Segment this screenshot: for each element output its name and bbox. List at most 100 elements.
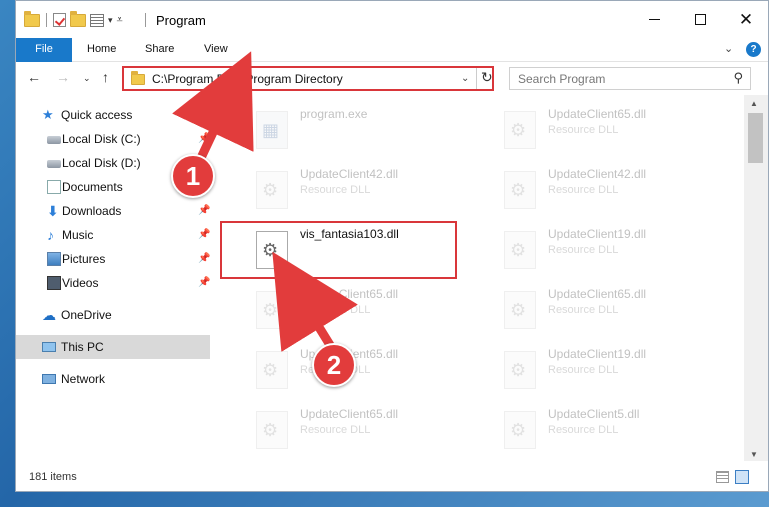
address-path[interactable]: C:\Program Files\Program Directory bbox=[152, 72, 343, 86]
sidebar-item-label: Videos bbox=[62, 276, 99, 290]
quick-access-toolbar: ▾ ⩡ bbox=[24, 10, 123, 29]
vertical-scrollbar[interactable]: ▲ ▼ bbox=[744, 95, 768, 461]
tiles-view-icon[interactable] bbox=[735, 470, 749, 484]
documents-icon bbox=[47, 180, 61, 194]
dll-file-icon bbox=[256, 171, 288, 209]
pictures-icon bbox=[47, 252, 61, 266]
file-name: UpdateClient42.dll bbox=[300, 167, 399, 181]
sidebar-item-pictures[interactable]: Pictures 📌 bbox=[16, 247, 210, 271]
file-item[interactable]: UpdateClient42.dll Resource DLL bbox=[248, 163, 488, 223]
videos-icon bbox=[47, 276, 61, 290]
music-icon: ♪ bbox=[47, 227, 54, 243]
properties-icon[interactable] bbox=[90, 13, 104, 27]
file-type: Resource DLL bbox=[300, 184, 371, 196]
file-item[interactable]: UpdateClient65.dll Resource DLL bbox=[248, 283, 488, 343]
file-item-program-exe[interactable]: program.exe bbox=[248, 103, 488, 163]
chevron-down-icon[interactable]: ⌄ bbox=[461, 73, 469, 84]
up-button[interactable]: ↑ bbox=[102, 69, 109, 85]
sidebar-item-label: Network bbox=[61, 372, 106, 386]
address-divider bbox=[476, 68, 477, 89]
refresh-icon[interactable]: ↻ bbox=[481, 69, 493, 86]
file-item[interactable]: UpdateClient19.dll Resource DLL bbox=[496, 343, 736, 403]
sidebar-item-quick-access[interactable]: ★ Quick access bbox=[16, 103, 210, 127]
disk-icon bbox=[47, 136, 61, 144]
file-item[interactable]: UpdateClient65.dll Resource DLL bbox=[496, 103, 736, 163]
sidebar-item-videos[interactable]: Videos 📌 bbox=[16, 271, 210, 295]
recent-locations-button[interactable]: ⌄ bbox=[83, 73, 91, 84]
pin-icon[interactable]: 📌 bbox=[198, 247, 210, 271]
sidebar-item-onedrive[interactable]: ☁ OneDrive bbox=[16, 303, 210, 327]
scrollbar-thumb[interactable] bbox=[748, 113, 763, 163]
maximize-button[interactable] bbox=[677, 1, 723, 38]
file-item[interactable]: UpdateClient5.dll Resource DLL bbox=[496, 403, 736, 461]
sidebar-item-label: This PC bbox=[61, 340, 104, 354]
file-item[interactable]: UpdateClient42.dll Resource DLL bbox=[496, 163, 736, 223]
folder-icon bbox=[24, 10, 40, 27]
navigation-pane: ★ Quick access Local Disk (C:) 📌 Local D… bbox=[16, 95, 212, 461]
file-type: Resource DLL bbox=[548, 244, 619, 256]
callout-badge-2: 2 bbox=[312, 343, 356, 387]
search-input[interactable]: Search Program ⚲ bbox=[509, 67, 751, 90]
scroll-up-icon[interactable]: ▲ bbox=[750, 99, 758, 108]
search-icon[interactable]: ⚲ bbox=[733, 70, 743, 86]
sidebar-item-label: Local Disk (C:) bbox=[62, 132, 141, 146]
tab-home[interactable]: Home bbox=[87, 38, 116, 62]
tab-file[interactable]: File bbox=[16, 38, 72, 62]
sidebar-item-label: Downloads bbox=[62, 204, 122, 218]
file-type: Resource DLL bbox=[548, 304, 619, 316]
file-name: UpdateClient5.dll bbox=[548, 407, 640, 421]
expand-ribbon-icon[interactable]: ⌄ bbox=[724, 42, 733, 55]
minimize-button[interactable] bbox=[631, 1, 677, 38]
pin-icon[interactable]: 📌 bbox=[198, 127, 210, 151]
tab-view[interactable]: View bbox=[204, 38, 228, 62]
scroll-down-icon[interactable]: ▼ bbox=[750, 450, 758, 459]
dll-file-icon bbox=[256, 411, 288, 449]
toolbar-divider bbox=[46, 13, 47, 27]
file-name: UpdateClient19.dll bbox=[548, 227, 647, 241]
minimize-icon bbox=[648, 19, 660, 20]
properties-check-icon[interactable] bbox=[53, 13, 66, 27]
ribbon: File Home Share View ⌄ ? bbox=[16, 38, 768, 62]
file-type: Resource DLL bbox=[300, 304, 371, 316]
help-icon[interactable]: ? bbox=[746, 42, 761, 57]
title-bar: ▾ ⩡ Program ✕ bbox=[16, 1, 768, 38]
file-name: UpdateClient65.dll bbox=[548, 107, 647, 121]
details-view-icon[interactable] bbox=[716, 471, 729, 483]
new-folder-icon[interactable] bbox=[70, 10, 86, 27]
download-icon: ⬇ bbox=[47, 203, 59, 219]
close-button[interactable]: ✕ bbox=[723, 1, 768, 38]
status-bar: 181 items bbox=[16, 461, 768, 491]
address-bar[interactable]: C:\Program Files\Program Directory ⌄ ↻ bbox=[122, 66, 494, 91]
file-item[interactable]: UpdateClient19.dll Resource DLL bbox=[496, 223, 736, 283]
tab-share[interactable]: Share bbox=[145, 38, 174, 62]
sidebar-item-downloads[interactable]: ⬇ Downloads 📌 bbox=[16, 199, 210, 223]
pin-icon[interactable]: 📌 bbox=[198, 223, 210, 247]
sidebar-item-music[interactable]: ♪ Music 📌 bbox=[16, 223, 210, 247]
chevron-down-icon[interactable]: ▾ bbox=[108, 15, 113, 26]
highlight-box-selected-file bbox=[220, 221, 457, 279]
close-icon: ✕ bbox=[738, 10, 754, 29]
customize-toolbar-icon[interactable]: ⩡ bbox=[117, 14, 123, 27]
search-placeholder: Search Program bbox=[518, 72, 606, 86]
file-item[interactable]: UpdateClient65.dll Resource DLL bbox=[248, 403, 488, 461]
star-icon: ★ bbox=[42, 107, 54, 122]
sidebar-item-network[interactable]: Network bbox=[16, 367, 210, 391]
sidebar-item-local-disk-c[interactable]: Local Disk (C:) 📌 bbox=[16, 127, 210, 151]
dll-file-icon bbox=[504, 291, 536, 329]
dll-file-icon bbox=[504, 231, 536, 269]
forward-button[interactable]: → bbox=[56, 69, 70, 85]
dll-file-icon bbox=[256, 351, 288, 389]
file-item[interactable]: UpdateClient65.dll Resource DLL bbox=[248, 343, 488, 403]
dll-file-icon bbox=[504, 111, 536, 149]
this-pc-icon bbox=[42, 342, 56, 352]
file-type: Resource DLL bbox=[548, 424, 619, 436]
pin-icon[interactable]: 📌 bbox=[198, 271, 210, 295]
pin-icon[interactable]: 📌 bbox=[198, 199, 210, 223]
window-title: Program bbox=[156, 13, 206, 28]
sidebar-item-label: Documents bbox=[62, 180, 123, 194]
file-item[interactable]: UpdateClient65.dll Resource DLL bbox=[496, 283, 736, 343]
onedrive-icon: ☁ bbox=[42, 307, 56, 323]
back-button[interactable]: ← bbox=[27, 69, 41, 85]
title-divider bbox=[145, 13, 146, 27]
sidebar-item-this-pc[interactable]: This PC bbox=[16, 335, 210, 359]
